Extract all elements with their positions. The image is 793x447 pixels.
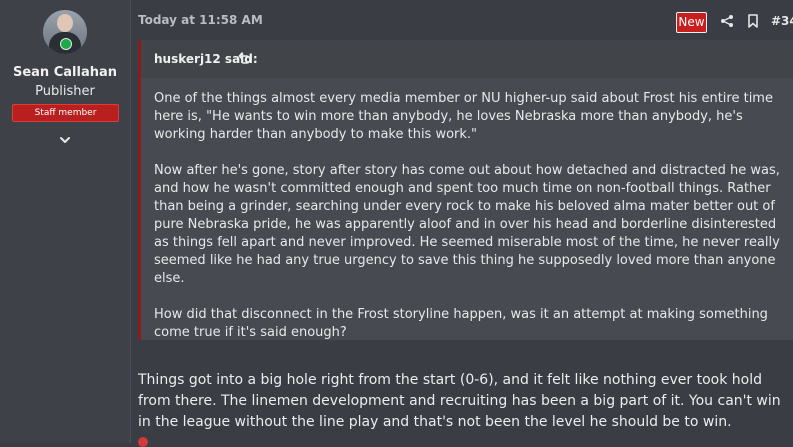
arrow-up-left-icon[interactable]: [238, 51, 252, 65]
post-number-link[interactable]: #34: [771, 14, 793, 28]
quote-paragraph: One of the things almost every media mem…: [154, 91, 773, 142]
reply-text: Things got into a big hole right from th…: [138, 372, 781, 430]
avatar[interactable]: [43, 10, 87, 54]
team-logo-icon: [60, 38, 72, 50]
quote-block: huskerj12 said: One of the things almost…: [138, 40, 793, 340]
reaction-icon[interactable]: [138, 437, 148, 447]
quote-body: One of the things almost every media mem…: [154, 90, 784, 360]
staff-badge: Staff member: [12, 104, 119, 122]
share-icon[interactable]: [720, 14, 734, 28]
quote-paragraph: Now after he's gone, story after story h…: [154, 163, 780, 286]
user-title: Publisher: [35, 84, 95, 99]
quote-header: huskerj12 said:: [141, 40, 793, 78]
username-link[interactable]: Sean Callahan: [0, 65, 130, 80]
quote-paragraph: How did that disconnect in the Frost sto…: [154, 307, 768, 340]
bookmark-icon[interactable]: [747, 14, 759, 28]
chevron-down-icon[interactable]: [58, 133, 72, 147]
user-sidebar: Sean Callahan Publisher Staff member: [0, 0, 131, 443]
new-badge: New: [676, 12, 707, 33]
post-timestamp[interactable]: Today at 11:58 AM: [138, 13, 263, 27]
